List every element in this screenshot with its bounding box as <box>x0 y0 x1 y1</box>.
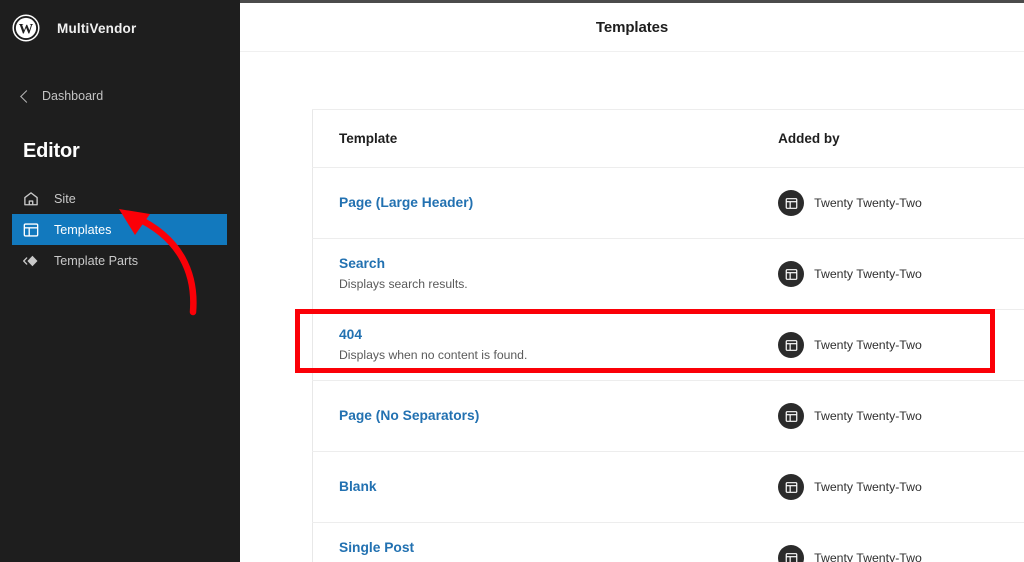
table-row[interactable]: Page (No Separators) Twenty Twenty-Two <box>312 380 1024 452</box>
editor-sidebar: W MultiVendor Dashboard Editor Site Temp… <box>0 0 240 562</box>
column-header-template[interactable]: Template <box>312 109 753 168</box>
template-description: Displays search results. <box>339 277 468 292</box>
added-by-cell: Twenty Twenty-Two <box>752 380 1024 452</box>
template-cell: Single Post Displays a single post. <box>312 522 753 562</box>
main-content: Templates Template Added by Page (Large … <box>240 0 1024 562</box>
templates-table: Template Added by Page (Large Header) Tw… <box>312 109 1024 562</box>
template-link[interactable]: Search <box>339 255 752 272</box>
theme-name: Twenty Twenty-Two <box>814 196 922 210</box>
template-link[interactable]: Page (No Separators) <box>339 407 752 424</box>
added-by-cell: Twenty Twenty-Two <box>752 167 1024 239</box>
sidebar-item-template-parts[interactable]: Template Parts <box>0 245 240 276</box>
sidebar-item-site[interactable]: Site <box>0 183 240 214</box>
template-link[interactable]: 404 <box>339 326 752 343</box>
theme-template-icon <box>778 190 805 216</box>
added-by-cell: Twenty Twenty-Two <box>752 238 1024 310</box>
theme-template-icon <box>778 261 805 287</box>
template-link[interactable]: Single Post <box>339 539 752 556</box>
template-cell: Blank <box>312 451 753 523</box>
chevron-left-icon <box>20 89 33 103</box>
added-by-cell: Twenty Twenty-Two <box>752 522 1024 562</box>
template-cell: Page (Large Header) <box>312 167 753 239</box>
added-by-cell: Twenty Twenty-Two <box>752 451 1024 523</box>
brand-title: MultiVendor <box>57 20 137 36</box>
svg-text:W: W <box>19 21 34 37</box>
theme-template-icon <box>778 403 805 429</box>
table-row[interactable]: Search Displays search results. Twenty T… <box>312 238 1024 310</box>
sidebar-item-templates-label: Templates <box>54 222 112 237</box>
template-description: Displays when no content is found. <box>339 348 528 363</box>
theme-template-icon <box>778 545 805 562</box>
template-link[interactable]: Blank <box>339 478 752 495</box>
table-row[interactable]: Page (Large Header) Twenty Twenty-Two <box>312 167 1024 239</box>
theme-name: Twenty Twenty-Two <box>814 267 922 281</box>
home-icon <box>22 190 40 208</box>
wordpress-logo-icon: W <box>12 14 40 42</box>
back-to-dashboard-link[interactable]: Dashboard <box>0 83 240 109</box>
table-header-row: Template Added by <box>312 109 1024 168</box>
editor-section-heading: Editor <box>23 140 80 162</box>
template-parts-diamond-icon <box>22 252 40 270</box>
theme-template-icon <box>778 332 805 358</box>
sidebar-item-template-parts-label: Template Parts <box>54 253 138 268</box>
theme-template-icon <box>778 474 805 500</box>
editor-nav: Site Templates Template Parts <box>0 183 240 276</box>
page-title: Templates <box>595 18 669 36</box>
main-header: Templates <box>240 3 1024 52</box>
added-by-cell: Twenty Twenty-Two <box>752 309 1024 381</box>
theme-name: Twenty Twenty-Two <box>814 409 922 423</box>
template-layout-icon <box>22 221 40 239</box>
theme-name: Twenty Twenty-Two <box>814 480 922 494</box>
sidebar-item-site-label: Site <box>54 191 76 206</box>
table-row[interactable]: 404 Displays when no content is found. T… <box>312 309 1024 381</box>
template-link[interactable]: Page (Large Header) <box>339 194 752 211</box>
column-header-added-by[interactable]: Added by <box>752 109 1024 168</box>
templates-table-wrap: Template Added by Page (Large Header) Tw… <box>240 52 1024 562</box>
sidebar-item-templates[interactable]: Templates <box>12 214 227 245</box>
templates-table-head: Template Added by <box>312 109 1024 168</box>
template-cell: Page (No Separators) <box>312 380 753 452</box>
table-row[interactable]: Blank Twenty Twenty-Two <box>312 451 1024 523</box>
template-cell: Search Displays search results. <box>312 238 753 310</box>
sidebar-brand[interactable]: W MultiVendor <box>0 0 240 56</box>
table-row[interactable]: Single Post Displays a single post. <box>312 522 1024 562</box>
templates-table-body: Page (Large Header) Twenty Twenty-Two Se… <box>312 167 1024 562</box>
site-editor-window: W MultiVendor Dashboard Editor Site Temp… <box>0 0 1024 562</box>
theme-name: Twenty Twenty-Two <box>814 338 922 352</box>
template-cell: 404 Displays when no content is found. <box>312 309 753 381</box>
theme-name: Twenty Twenty-Two <box>814 551 922 562</box>
back-to-dashboard-label: Dashboard <box>42 89 104 103</box>
